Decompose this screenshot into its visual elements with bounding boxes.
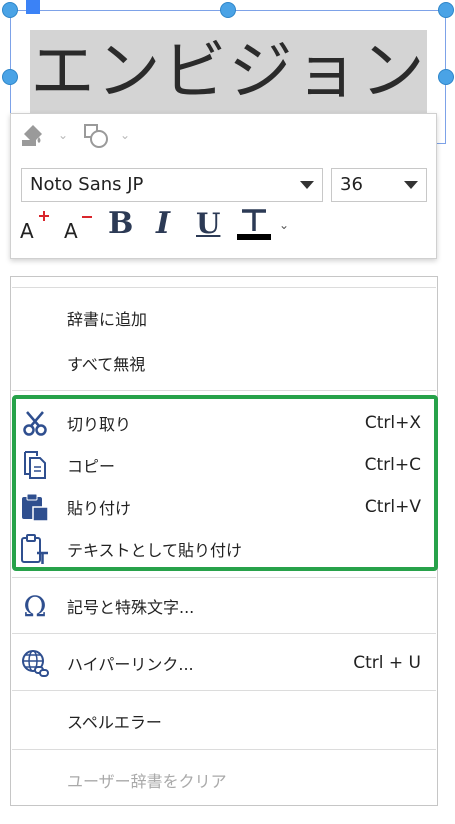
font-family-select[interactable]: Noto Sans JP — [21, 168, 323, 202]
menu-item-paste-as-text[interactable]: テキストとして貼り付け — [11, 530, 437, 568]
font-color-icon — [237, 209, 271, 240]
menu-item-label: コピー — [67, 457, 116, 476]
context-menu: 辞書に追加 すべて無視 切り取り Ctrl+X コピー Ctrl+C 貼り付け … — [10, 276, 438, 806]
menu-item-label: スペルエラー — [67, 713, 162, 732]
bold-button[interactable]: B — [108, 203, 133, 243]
increase-font-icon: A — [20, 211, 49, 240]
menu-item-symbols[interactable]: Ω 記号と特殊文字... — [11, 587, 437, 625]
menu-item-cut[interactable]: 切り取り Ctrl+X — [11, 404, 437, 442]
menu-item-spelling-errors[interactable]: スペルエラー — [11, 702, 437, 740]
menu-item-label: ユーザー辞書をクリア — [67, 772, 227, 791]
font-size-select[interactable]: 36 — [331, 168, 427, 202]
menu-item-ignore-all[interactable]: すべて無視 — [11, 344, 437, 382]
decrease-font-button[interactable]: A — [64, 203, 96, 243]
font-family-value: Noto Sans JP — [30, 174, 144, 195]
font-color-button[interactable] — [236, 203, 272, 243]
menu-separator — [12, 390, 436, 391]
copy-icon — [19, 449, 51, 481]
menu-item-hyperlink[interactable]: ハイパーリンク... Ctrl + U — [11, 644, 437, 682]
menu-item-label: 切り取り — [67, 415, 132, 434]
menu-item-shortcut: Ctrl + U — [353, 653, 421, 673]
menu-item-label: ハイパーリンク... — [67, 655, 194, 674]
shape-dropdown-chevron-icon[interactable]: ⌄ — [120, 128, 130, 142]
menu-separator — [12, 577, 436, 578]
chevron-down-icon — [404, 181, 418, 189]
menu-separator — [12, 690, 436, 691]
resize-handle-left[interactable] — [2, 69, 18, 85]
underline-button[interactable]: U — [196, 203, 220, 243]
menu-separator — [12, 749, 436, 750]
fill-dropdown-chevron-icon[interactable]: ⌄ — [58, 128, 68, 142]
menu-item-shortcut: Ctrl+X — [364, 413, 421, 433]
menu-item-label: すべて無視 — [67, 355, 146, 374]
font-size-value: 36 — [340, 174, 363, 195]
menu-item-label: 辞書に追加 — [67, 310, 148, 329]
resize-handle-top[interactable] — [220, 2, 236, 18]
menu-item-add-to-dictionary[interactable]: 辞書に追加 — [11, 299, 437, 337]
resize-handle-right[interactable] — [438, 69, 454, 85]
omega-icon: Ω — [23, 589, 47, 623]
fill-bucket-icon[interactable] — [20, 122, 46, 148]
chevron-down-icon — [300, 181, 314, 189]
menu-item-copy[interactable]: コピー Ctrl+C — [11, 446, 437, 484]
menu-item-label: 貼り付け — [67, 499, 132, 518]
resize-handle-top-right[interactable] — [438, 2, 454, 18]
menu-separator — [12, 287, 436, 288]
menu-item-label: テキストとして貼り付け — [67, 541, 243, 560]
svg-text:A: A — [64, 219, 78, 240]
font-color-dropdown-chevron-icon[interactable]: ⌄ — [279, 218, 289, 232]
menu-item-clear-user-dictionary: ユーザー辞書をクリア — [11, 761, 437, 799]
decrease-font-icon: A — [64, 216, 92, 240]
textbox-selected-text[interactable]: エンビジョン — [30, 30, 427, 114]
menu-item-paste[interactable]: 貼り付け Ctrl+V — [11, 488, 437, 526]
increase-font-button[interactable]: A — [20, 203, 52, 243]
italic-button[interactable]: I — [156, 203, 170, 243]
menu-separator — [12, 633, 436, 634]
svg-text:A: A — [20, 219, 34, 240]
menu-item-shortcut: Ctrl+V — [364, 497, 421, 517]
resize-handle-top-left[interactable] — [2, 2, 18, 18]
hyperlink-icon — [19, 647, 51, 679]
menu-item-shortcut: Ctrl+C — [364, 455, 421, 475]
scissors-icon — [19, 407, 51, 439]
rotation-handle[interactable] — [26, 0, 40, 14]
paste-icon — [19, 491, 51, 523]
shape-style-icon[interactable] — [82, 122, 110, 150]
menu-item-label: 記号と特殊文字... — [67, 598, 195, 617]
paste-text-icon — [19, 533, 51, 565]
